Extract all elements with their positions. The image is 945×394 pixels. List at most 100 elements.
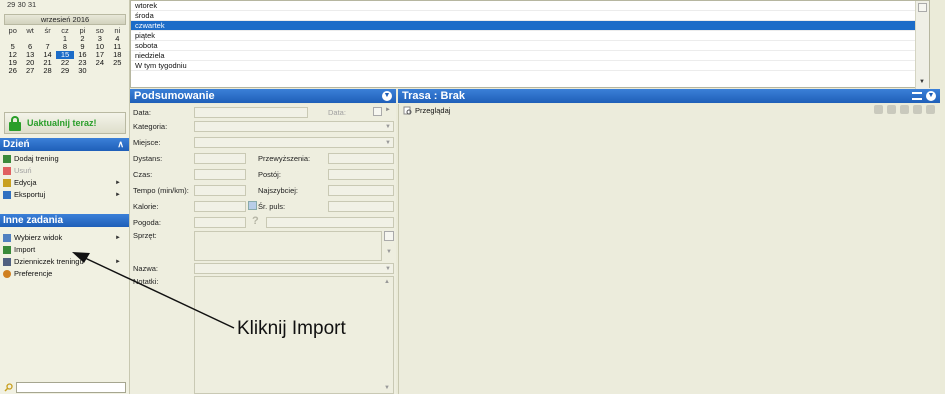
notes-label: Notatki: (133, 277, 159, 286)
menu-icon[interactable] (912, 92, 922, 100)
chevron-right-icon[interactable]: ► (385, 107, 391, 113)
tasks-section-header[interactable]: Inne zadania (0, 214, 129, 227)
refresh-icon[interactable] (874, 105, 883, 114)
distance-label: Dystans: (133, 154, 163, 163)
day-list-item[interactable]: sobota (131, 41, 929, 51)
pencil-icon (3, 178, 11, 187)
day-list-item[interactable]: środa (131, 11, 929, 21)
summary-form: Data: Data: ► Kategoria: ▼ Miejsce: ▼ Dy… (130, 104, 396, 394)
menu-item-eksportuj[interactable]: Eksportuj ► (3, 189, 127, 200)
calories-label: Kalorie: (133, 202, 159, 211)
place-label: Miejsce: (133, 138, 161, 147)
menu-item-label: Preferencje (14, 269, 53, 278)
save-icon[interactable] (887, 105, 896, 114)
scroll-down-icon[interactable]: ▼ (919, 79, 925, 85)
menu-item-dzienniczek-treningu[interactable]: Dzienniczek treningu ► (3, 256, 127, 267)
time-field[interactable] (194, 169, 246, 180)
calories-field[interactable] (194, 201, 246, 212)
import-icon (3, 245, 11, 254)
browse-button[interactable]: Przeglądaj (415, 106, 450, 115)
annotation-label: Kliknij Import (237, 318, 346, 339)
submenu-arrow-icon: ► (115, 191, 121, 198)
calendar-day (109, 67, 126, 75)
weather-unknown-icon[interactable]: ? (252, 215, 259, 227)
weather-label: Pogoda: (133, 218, 161, 227)
menu-item-label: Wybierz widok (14, 233, 63, 242)
menu-item-import[interactable]: Import (3, 244, 127, 255)
menu-item-dodaj-trening[interactable]: Dodaj trening (3, 153, 127, 164)
equipment-edit-icon[interactable] (384, 231, 394, 241)
scroll-down-icon[interactable]: ▼ (384, 385, 390, 391)
chevron-down-icon[interactable]: ▼ (386, 249, 392, 255)
avg-pulse-field[interactable] (328, 201, 394, 212)
route-panel: Przeglądaj (398, 104, 940, 394)
search-input[interactable] (16, 381, 126, 393)
menu-item-label: Import (14, 245, 36, 254)
calendar-prev-month-days: 29 30 31 (7, 0, 36, 9)
calendar-grid: po wt śr cz pi so ni 1 2 3 4 5 6 7 8 9 10 11 12 13 14 15 16 17 1… (4, 27, 126, 75)
settings-icon[interactable] (900, 105, 909, 114)
calendar-day[interactable]: 28 (39, 67, 56, 75)
calendar-day[interactable]: 30 (17, 0, 25, 9)
menu-item-usuń[interactable]: Usuń (3, 165, 127, 176)
day-list-item[interactable]: niedziela (131, 51, 929, 61)
weather-notes-field[interactable] (266, 217, 394, 228)
update-now-button[interactable]: Uaktualnij teraz! (4, 112, 126, 134)
menu-item-label: Usuń (14, 166, 32, 175)
calendar-month-title[interactable]: wrzesień 2016 (4, 14, 126, 25)
scrollbar-thumb[interactable] (918, 3, 927, 12)
calendar-day[interactable]: 24 (91, 59, 108, 67)
pace-field[interactable] (194, 185, 246, 196)
days-list-scrollbar[interactable]: ▼ (915, 1, 929, 89)
calendar-day[interactable]: 29 (7, 0, 15, 9)
menu-item-label: Dodaj trening (14, 154, 59, 163)
menu-item-wybierz-widok[interactable]: Wybierz widok ► (3, 232, 127, 243)
chevron-down-icon[interactable]: ▼ (926, 91, 936, 101)
elevation-field[interactable] (328, 153, 394, 164)
date-field[interactable] (194, 107, 308, 118)
day-section-title: Dzień (3, 139, 30, 150)
calendar-icon[interactable] (373, 107, 382, 116)
day-list-item[interactable]: piątek (131, 31, 929, 41)
date-label: Data: (133, 108, 151, 117)
calendar-day[interactable]: 25 (109, 59, 126, 67)
calculator-icon[interactable] (248, 201, 257, 210)
submenu-arrow-icon: ► (115, 234, 121, 241)
tasks-section-title: Inne zadania (3, 215, 64, 226)
menu-item-label: Dzienniczek treningu (14, 257, 84, 266)
calendar-day[interactable]: 30 (74, 67, 91, 75)
search-icon (4, 382, 13, 392)
calendar-day[interactable]: 27 (21, 67, 38, 75)
collapse-icon[interactable]: ∧ (117, 138, 124, 151)
weather-select[interactable] (194, 217, 246, 228)
day-list-item[interactable]: wtorek (131, 1, 929, 11)
chevron-down-icon[interactable]: ▼ (382, 91, 392, 101)
add-icon (3, 154, 11, 163)
equipment-list[interactable] (194, 231, 382, 261)
view-icon (3, 233, 11, 242)
calendar-day[interactable]: 26 (4, 67, 21, 75)
day-list-item[interactable]: W tym tygodniu (131, 61, 929, 71)
name-select[interactable]: ▼ (194, 263, 394, 274)
calendar-day (91, 67, 108, 75)
calendar-weekday: wt (26, 26, 34, 35)
place-select[interactable]: ▼ (194, 137, 394, 148)
distance-field[interactable] (194, 153, 246, 164)
fastest-field[interactable] (328, 185, 394, 196)
scroll-up-icon[interactable]: ▲ (384, 279, 390, 285)
time-label: Czas: (133, 170, 153, 179)
day-section-header[interactable]: Dzień ∧ (0, 138, 129, 151)
update-now-label: Uaktualnij teraz! (27, 118, 97, 128)
route-tools (874, 105, 935, 114)
stop-field[interactable] (328, 169, 394, 180)
day-list-item[interactable]: czwartek (131, 21, 929, 31)
zoom-in-icon[interactable] (913, 105, 922, 114)
menu-item-label: Edycja (14, 178, 37, 187)
menu-item-edycja[interactable]: Edycja ► (3, 177, 127, 188)
search-row (4, 381, 126, 393)
calendar-day[interactable]: 31 (28, 0, 36, 9)
category-select[interactable]: ▼ (194, 121, 394, 132)
calendar-day[interactable]: 29 (56, 67, 73, 75)
zoom-out-icon[interactable] (926, 105, 935, 114)
menu-item-preferencje[interactable]: Preferencje (3, 268, 127, 279)
